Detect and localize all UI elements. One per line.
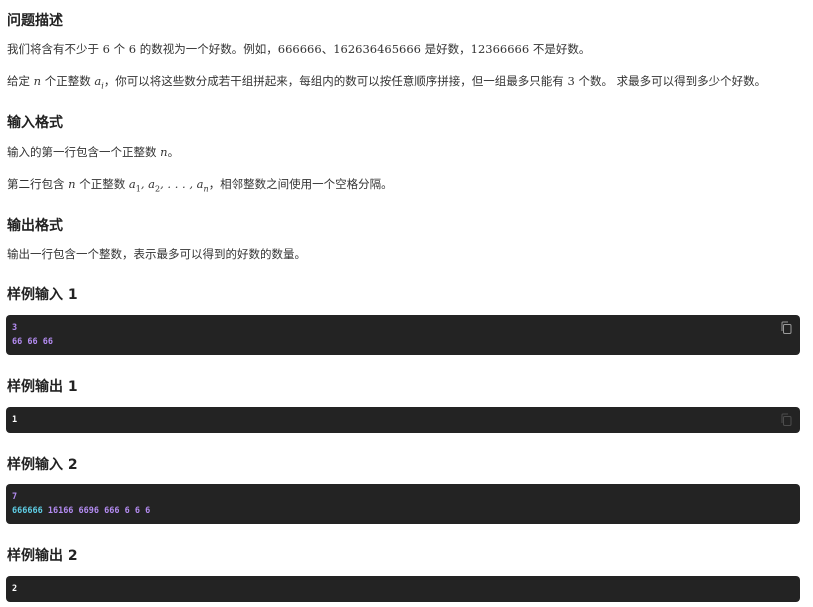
problem-description-heading: 问题描述 — [7, 13, 63, 29]
code-line: 66 66 66 — [12, 337, 53, 347]
sample-input-2-heading: 样例输入 2 — [7, 457, 78, 473]
code-line: 3 — [12, 323, 18, 333]
code-line: 2 — [12, 584, 18, 594]
sample-output-2-codeblock[interactable]: 2 — [6, 576, 800, 602]
output-format-heading: 输出格式 — [7, 218, 63, 234]
sample-output-1-codeblock[interactable]: 1 — [6, 407, 800, 433]
output-paragraph-1: 输出一行包含一个整数，表示最多可以得到的好数的数量。 — [7, 247, 306, 261]
sample-output-2-heading: 样例输出 2 — [7, 548, 78, 564]
sample-output-1-heading: 样例输出 1 — [7, 379, 78, 395]
code-line: 666666 16166 6696 666 6 6 6 — [12, 506, 151, 516]
sample-input-2-codeblock[interactable]: 7 666666 16166 6696 666 6 6 6 — [6, 484, 800, 524]
description-paragraph-1: 我们将含有不少于 6 个 6 的数视为一个好数。例如，666666、162636… — [7, 42, 591, 56]
input-format-heading: 输入格式 — [7, 115, 63, 131]
copy-icon[interactable] — [780, 413, 792, 426]
code-line: 7 — [12, 492, 18, 502]
input-paragraph-1: 输入的第一行包含一个正整数 n。 — [7, 145, 180, 159]
copy-icon[interactable] — [780, 321, 792, 334]
sample-input-1-codeblock[interactable]: 3 66 66 66 — [6, 315, 800, 355]
description-paragraph-2: 给定 n 个正整数 ai，你可以将这些数分成若干组拼起来，每组内的数可以按任意顺… — [7, 74, 767, 91]
code-line: 1 — [12, 415, 18, 425]
sample-input-1-heading: 样例输入 1 — [7, 287, 78, 303]
input-paragraph-2: 第二行包含 n 个正整数 a1, a2, . . . , an，相邻整数之间使用… — [7, 177, 393, 194]
